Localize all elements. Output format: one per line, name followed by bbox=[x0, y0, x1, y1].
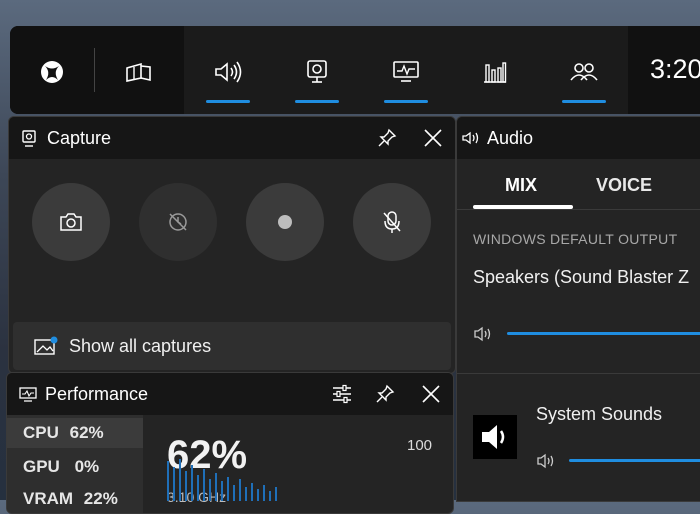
cpu-usage-graph bbox=[167, 459, 277, 501]
app-icon bbox=[473, 415, 517, 459]
gallery-icon bbox=[34, 336, 58, 355]
camera-icon bbox=[60, 213, 82, 231]
show-all-captures-label: Show all captures bbox=[69, 336, 212, 356]
speaker-icon bbox=[462, 131, 479, 145]
widget-menu-icon bbox=[126, 62, 151, 82]
capture-header: Capture bbox=[9, 117, 455, 159]
speaker-icon bbox=[482, 425, 505, 449]
performance-header: Performance bbox=[7, 373, 453, 415]
audio-widget-button[interactable] bbox=[206, 52, 250, 103]
close-icon[interactable] bbox=[421, 384, 441, 404]
audio-widget: Audio MIX VOICE WINDOWS DEFAULT OUTPUT S… bbox=[456, 116, 700, 502]
monitor-chart-icon bbox=[393, 61, 419, 82]
metric-label: CPU bbox=[23, 423, 59, 442]
metric-value: 22% bbox=[83, 489, 118, 508]
tab-voice[interactable]: VOICE bbox=[596, 175, 652, 196]
metric-label: VRAM bbox=[23, 489, 74, 508]
pin-icon[interactable] bbox=[375, 384, 395, 404]
capture-widget: Capture Show all captures bbox=[8, 116, 456, 374]
master-volume-slider[interactable] bbox=[507, 332, 700, 335]
metric-row-gpu[interactable]: GPU 0% bbox=[23, 457, 99, 477]
record-last-icon bbox=[169, 213, 187, 231]
show-all-captures-button[interactable]: Show all captures bbox=[13, 322, 451, 370]
panel-title: Capture bbox=[47, 128, 112, 148]
app-volume-slider[interactable] bbox=[569, 459, 700, 462]
xbox-button[interactable] bbox=[32, 52, 72, 92]
active-indicator bbox=[295, 100, 339, 103]
start-recording-button[interactable] bbox=[246, 183, 324, 261]
webcam-icon bbox=[307, 60, 327, 83]
active-indicator bbox=[562, 100, 606, 103]
bar-chart-icon bbox=[484, 62, 507, 83]
metric-value: 62% bbox=[69, 423, 104, 442]
performance-widget: Performance CPU 62% GPU 0% VRAM 22% 62% … bbox=[6, 372, 454, 514]
metric-value: 0% bbox=[74, 457, 100, 476]
capture-widget-button[interactable] bbox=[295, 52, 339, 103]
people-icon bbox=[570, 63, 598, 81]
close-icon[interactable] bbox=[423, 128, 443, 148]
record-dot-icon bbox=[278, 215, 292, 229]
section-label: WINDOWS DEFAULT OUTPUT bbox=[473, 231, 678, 247]
metric-list: CPU 62% GPU 0% VRAM 22% bbox=[7, 415, 143, 513]
active-indicator bbox=[206, 100, 250, 103]
metric-row-cpu[interactable]: CPU 62% bbox=[23, 423, 104, 443]
output-device-name: Speakers (Sound Blaster Z bbox=[473, 267, 690, 287]
metric-label: GPU bbox=[23, 457, 60, 476]
webcam-icon bbox=[22, 130, 36, 147]
resources-widget-button[interactable] bbox=[475, 52, 515, 92]
divider bbox=[457, 209, 700, 210]
xbox-logo-icon bbox=[41, 61, 63, 83]
panel-title: Performance bbox=[45, 384, 149, 404]
social-widget-button[interactable] bbox=[562, 52, 606, 103]
settings-sliders-icon[interactable] bbox=[331, 384, 353, 404]
app-name: System Sounds bbox=[536, 404, 663, 424]
panel-title: Audio bbox=[487, 128, 534, 148]
game-bar-top: 3:20 bbox=[10, 26, 700, 114]
speaker-icon bbox=[215, 61, 242, 83]
monitor-chart-icon bbox=[19, 387, 37, 402]
audio-header: Audio bbox=[457, 117, 700, 159]
volume-icon[interactable] bbox=[473, 325, 495, 343]
metric-row-vram[interactable]: VRAM 22% bbox=[23, 489, 118, 509]
pin-icon[interactable] bbox=[377, 128, 397, 148]
clock-time: 3:20 bbox=[650, 54, 700, 84]
mic-muted-icon bbox=[383, 211, 401, 233]
widget-menu-button[interactable] bbox=[118, 52, 158, 92]
active-indicator bbox=[384, 100, 428, 103]
divider bbox=[94, 48, 95, 92]
divider bbox=[457, 373, 700, 374]
mic-toggle-button[interactable] bbox=[353, 183, 431, 261]
record-last-button[interactable] bbox=[139, 183, 217, 261]
performance-widget-button[interactable] bbox=[384, 52, 428, 103]
volume-icon[interactable] bbox=[536, 452, 558, 470]
tab-mix[interactable]: MIX bbox=[505, 175, 537, 196]
graph-max-label: 100 bbox=[407, 437, 433, 454]
screenshot-button[interactable] bbox=[32, 183, 110, 261]
